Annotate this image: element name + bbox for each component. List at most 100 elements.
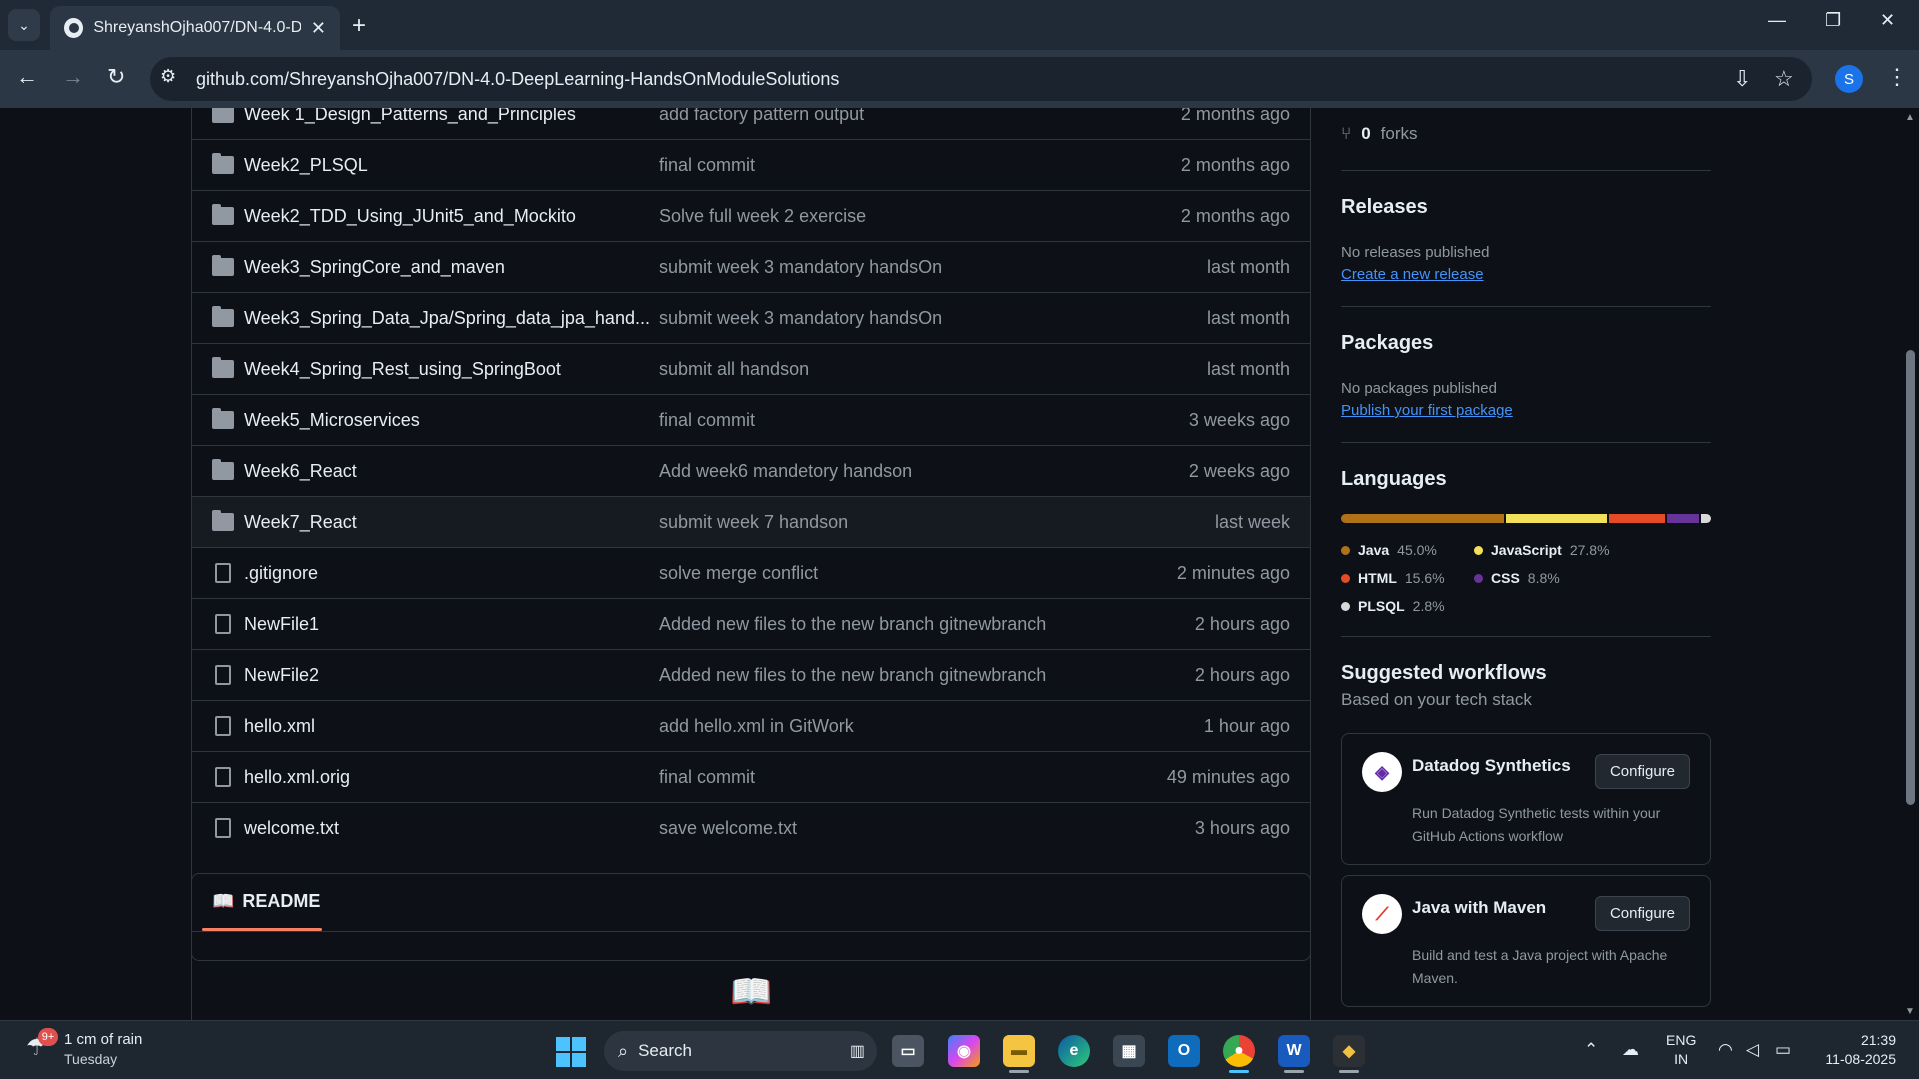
commit-message[interactable]: Added new files to the new branch gitnew…	[659, 614, 1046, 635]
commit-message[interactable]: save welcome.txt	[659, 818, 797, 839]
browser-tab[interactable]: ShreyanshOjha007/DN-4.0-Dee ✕	[50, 6, 340, 50]
publish-package-link[interactable]: Publish your first package	[1341, 402, 1513, 419]
install-app-icon[interactable]: ⇩	[1733, 66, 1751, 92]
configure-button[interactable]: Configure	[1594, 754, 1690, 789]
outlook-icon[interactable]: O	[1168, 1035, 1200, 1067]
language-entry[interactable]: CSS 8.8%	[1474, 570, 1560, 586]
microsoft-store-icon[interactable]: ▦	[1113, 1035, 1145, 1067]
commit-message[interactable]: final commit	[659, 155, 755, 176]
commit-message[interactable]: submit week 7 handson	[659, 512, 848, 533]
language-entry[interactable]: PLSQL 2.8%	[1341, 598, 1445, 614]
edge-browser-icon[interactable]: e	[1058, 1035, 1090, 1067]
wifi-icon[interactable]: ◠	[1718, 1040, 1733, 1060]
show-hidden-icons-chevron-icon[interactable]: ⌃	[1584, 1040, 1598, 1060]
file-name[interactable]: Week2_PLSQL	[244, 155, 368, 176]
folder-row[interactable]: Week7_React submit week 7 handson last wee…	[192, 496, 1310, 547]
file-name[interactable]: .gitignore	[244, 563, 318, 584]
scrollbar-thumb[interactable]	[1906, 350, 1915, 805]
bookmark-star-icon[interactable]: ☆	[1774, 66, 1794, 92]
commit-message[interactable]: Added new files to the new branch gitnew…	[659, 665, 1046, 686]
weather-day[interactable]: Tuesday	[64, 1051, 117, 1067]
input-language[interactable]: ENG IN	[1666, 1031, 1696, 1069]
volume-icon[interactable]: ◁	[1746, 1040, 1759, 1060]
language-entry[interactable]: Java 45.0%	[1341, 542, 1437, 558]
tab-search-button[interactable]: ⌄	[8, 9, 40, 41]
forward-button[interactable]: →	[62, 64, 84, 90]
releases-title[interactable]: Releases	[1341, 196, 1428, 219]
file-row[interactable]: .gitignore solve merge conflict 2 minutes …	[192, 547, 1310, 598]
file-name[interactable]: hello.xml	[244, 716, 315, 737]
create-release-link[interactable]: Create a new release	[1341, 266, 1484, 283]
word-icon[interactable]: W	[1278, 1035, 1310, 1067]
close-window-button[interactable]: ✕	[1880, 10, 1895, 31]
browser-menu-icon[interactable]: ⋮	[1886, 64, 1908, 90]
minimize-button[interactable]: —	[1768, 10, 1786, 31]
system-clock[interactable]: 21:39 11-08-2025	[1816, 1031, 1896, 1069]
weather-text[interactable]: 1 cm of rain	[64, 1031, 142, 1048]
file-row[interactable]: NewFile2 Added new files to the new branc…	[192, 649, 1310, 700]
folder-row[interactable]: Week2_TDD_Using_JUnit5_and_Mockito Solve …	[192, 190, 1310, 241]
folder-row[interactable]: Week6_React Add week6 mandetory handson 2 …	[192, 445, 1310, 496]
language-name: CSS	[1491, 570, 1520, 586]
chrome-icon[interactable]: ●	[1223, 1035, 1255, 1067]
file-name[interactable]: NewFile2	[244, 665, 319, 686]
folder-row[interactable]: Week3_SpringCore_and_maven submit week 3 …	[192, 241, 1310, 292]
commit-message[interactable]: submit all handson	[659, 359, 809, 380]
language-entry[interactable]: HTML 15.6%	[1341, 570, 1445, 586]
battery-icon[interactable]: ▭	[1775, 1040, 1791, 1060]
onedrive-icon[interactable]: ☁	[1622, 1040, 1639, 1060]
file-list: Week 1_Design_Patterns_and_Principlesadd…	[191, 108, 1311, 961]
folder-row[interactable]: Week 1_Design_Patterns_and_Principles add…	[192, 108, 1310, 139]
readme-tab[interactable]: 📖 README	[212, 891, 320, 912]
reload-button[interactable]: ↻	[107, 64, 125, 90]
profile-avatar[interactable]: S	[1835, 65, 1863, 93]
file-name[interactable]: NewFile1	[244, 614, 319, 635]
app-diamond-icon[interactable]: ◆	[1333, 1035, 1365, 1067]
commit-message[interactable]: add factory pattern output	[659, 108, 864, 125]
scroll-up-arrow-icon[interactable]: ▲	[1905, 112, 1915, 123]
task-view-icon[interactable]: ▭	[892, 1035, 924, 1067]
file-name[interactable]: Week4_Spring_Rest_using_SpringBoot	[244, 359, 561, 380]
packages-title[interactable]: Packages	[1341, 332, 1433, 355]
commit-message[interactable]: Add week6 mandetory handson	[659, 461, 912, 482]
folder-icon	[212, 153, 234, 174]
commit-message[interactable]: solve merge conflict	[659, 563, 818, 584]
file-name[interactable]: welcome.txt	[244, 818, 339, 839]
restore-button[interactable]: ❐	[1825, 10, 1841, 31]
file-explorer-icon[interactable]: ▬	[1003, 1035, 1035, 1067]
url-text[interactable]: github.com/ShreyanshOjha007/DN-4.0-DeepL…	[196, 69, 839, 90]
forks-link[interactable]: ⑂ 0 forks	[1341, 124, 1418, 144]
copilot-icon[interactable]: ◉	[948, 1035, 980, 1067]
folder-row[interactable]: Week3_Spring_Data_Jpa/Spring_data_jpa_ha…	[192, 292, 1310, 343]
file-name[interactable]: Week 1_Design_Patterns_and_Principles	[244, 108, 576, 125]
file-name[interactable]: Week5_Microservices	[244, 410, 420, 431]
folder-row[interactable]: Week4_Spring_Rest_using_SpringBoot submit…	[192, 343, 1310, 394]
file-row[interactable]: welcome.txt save welcome.txt 3 hours ago	[192, 802, 1310, 853]
commit-message[interactable]: Solve full week 2 exercise	[659, 206, 866, 227]
commit-message[interactable]: submit week 3 mandatory handsOn	[659, 257, 942, 278]
file-name[interactable]: Week2_TDD_Using_JUnit5_and_Mockito	[244, 206, 576, 227]
folder-row[interactable]: Week5_Microservices final commit 3 weeks a…	[192, 394, 1310, 445]
file-row[interactable]: NewFile1 Added new files to the new branc…	[192, 598, 1310, 649]
new-tab-button[interactable]: +	[352, 12, 366, 40]
commit-message[interactable]: add hello.xml in GitWork	[659, 716, 854, 737]
language-entry[interactable]: JavaScript 27.8%	[1474, 542, 1610, 558]
file-name[interactable]: Week3_SpringCore_and_maven	[244, 257, 505, 278]
commit-message[interactable]: final commit	[659, 767, 755, 788]
file-name[interactable]: hello.xml.orig	[244, 767, 350, 788]
windows-start-button[interactable]	[556, 1037, 586, 1067]
configure-button[interactable]: Configure	[1594, 896, 1690, 931]
commit-message[interactable]: final commit	[659, 410, 755, 431]
folder-row[interactable]: Week2_PLSQL final commit 2 months ago	[192, 139, 1310, 190]
taskbar-search[interactable]: ⌕ Search ▥	[604, 1031, 877, 1071]
file-name[interactable]: Week6_React	[244, 461, 357, 482]
file-name[interactable]: Week3_Spring_Data_Jpa/Spring_data_jpa_ha…	[244, 308, 650, 329]
file-row[interactable]: hello.xml.orig final commit 49 minutes ago	[192, 751, 1310, 802]
back-button[interactable]: ←	[16, 64, 38, 90]
site-info-icon[interactable]: ⚙	[160, 66, 186, 92]
commit-message[interactable]: submit week 3 mandatory handsOn	[659, 308, 942, 329]
file-row[interactable]: hello.xml add hello.xml in GitWork 1 hour …	[192, 700, 1310, 751]
close-icon[interactable]: ✕	[311, 18, 326, 39]
scroll-down-arrow-icon[interactable]: ▼	[1905, 1006, 1915, 1017]
file-name[interactable]: Week7_React	[244, 512, 357, 533]
